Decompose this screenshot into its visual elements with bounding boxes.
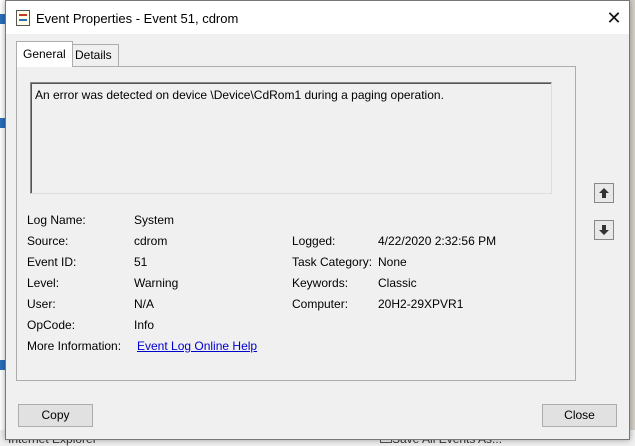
keywords-label: Keywords: (292, 276, 349, 290)
general-tab-panel: An error was detected on device \Device\… (16, 66, 576, 381)
source-value: cdrom (134, 234, 168, 248)
close-button[interactable]: Close (542, 404, 617, 427)
level-label: Level: (27, 276, 60, 290)
computer-value: 20H2-29XPVR1 (378, 297, 464, 311)
close-icon[interactable]: ✕ (604, 8, 624, 28)
user-value: N/A (134, 297, 155, 311)
event-description-box[interactable]: An error was detected on device \Device\… (30, 82, 552, 194)
opcode-value: Info (134, 318, 155, 332)
more-information-label: More Information: (27, 339, 122, 353)
next-event-button[interactable] (594, 220, 614, 240)
event-id-label: Event ID: (27, 255, 77, 269)
user-label: User: (27, 297, 56, 311)
copy-button[interactable]: Copy (18, 404, 93, 427)
computer-label: Computer: (292, 297, 349, 311)
log-name-value: System (134, 213, 175, 227)
previous-event-button[interactable] (594, 183, 614, 203)
window-title: Event Properties - Event 51, cdrom (36, 11, 239, 26)
tab-details[interactable]: Details (68, 44, 119, 66)
source-label: Source: (27, 234, 69, 248)
tab-general[interactable]: General (16, 41, 73, 67)
log-name-label: Log Name: (27, 213, 86, 227)
title-bar[interactable]: Event Properties - Event 51, cdrom ✕ (6, 1, 629, 34)
event-description: An error was detected on device \Device\… (35, 88, 444, 102)
event-id-value: 51 (134, 255, 148, 269)
logged-value: 4/22/2020 2:32:56 PM (378, 234, 497, 248)
task-category-label: Task Category: (292, 255, 373, 269)
event-log-online-help-link[interactable]: Event Log Online Help (137, 339, 257, 353)
task-category-value: None (378, 255, 407, 269)
keywords-value: Classic (378, 276, 417, 290)
opcode-label: OpCode: (27, 318, 76, 332)
logged-label: Logged: (292, 234, 336, 248)
up-arrow-icon (599, 188, 609, 198)
event-properties-dialog: Event Properties - Event 51, cdrom ✕ Gen… (5, 0, 630, 440)
level-value: Warning (134, 276, 179, 290)
down-arrow-icon (599, 225, 609, 235)
event-viewer-icon (16, 10, 30, 26)
